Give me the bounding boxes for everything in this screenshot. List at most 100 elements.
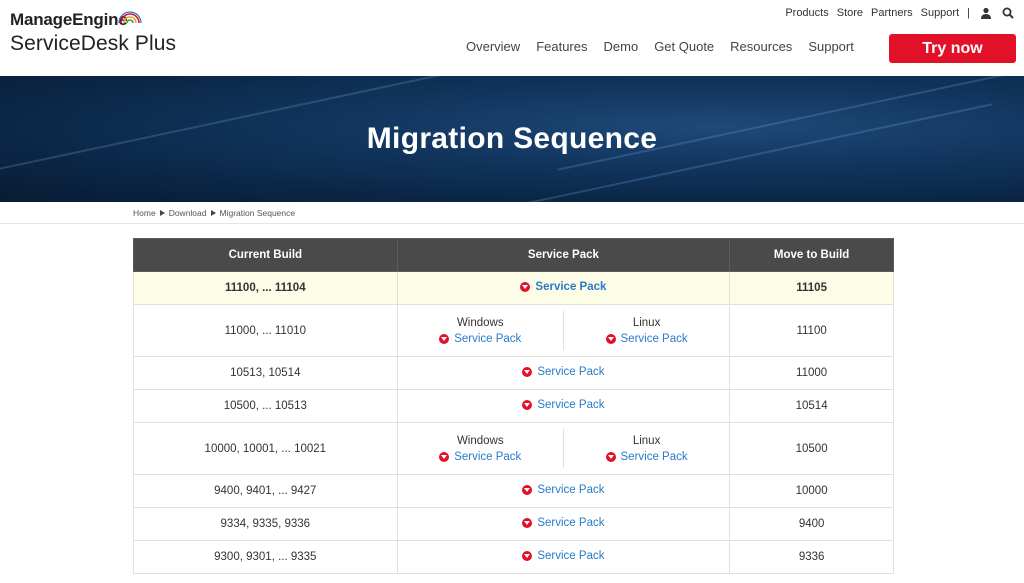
service-pack-label: Service Pack: [537, 517, 605, 529]
top-links: Products Store Partners Support |: [777, 7, 1014, 19]
try-now-button[interactable]: Try now: [889, 34, 1016, 63]
table-header-row: Current Build Service Pack Move to Build: [133, 238, 894, 272]
table-row: 9400, 9401, ... 9427 Service Pack 10000: [133, 474, 894, 508]
download-icon: [522, 400, 533, 410]
page-title: Migration Sequence: [366, 122, 658, 155]
download-icon: [439, 451, 450, 462]
download-icon: [522, 485, 533, 495]
current-build-cell: 9400, 9401, ... 9427: [133, 474, 398, 508]
header-service-pack: Service Pack: [396, 238, 731, 272]
service-pack-label: Service Pack: [535, 281, 607, 293]
download-icon: [520, 282, 531, 292]
current-build-cell: 11000, ... 11010: [133, 304, 398, 357]
service-pack-cell: Service Pack: [396, 271, 731, 305]
top-link-partners[interactable]: Partners: [871, 7, 913, 19]
os-label: Linux: [632, 316, 661, 329]
main-nav: Overview Features Demo Get Quote Resourc…: [466, 39, 870, 54]
move-to-build-cell: 9336: [729, 540, 894, 574]
service-pack-label: Service Pack: [537, 484, 605, 496]
service-pack-link-linux[interactable]: Service Pack: [605, 332, 688, 345]
table-row: 10000, 10001, ... 10021 Windows Service Pa…: [133, 422, 894, 475]
service-pack-link-linux[interactable]: Service Pack: [605, 450, 688, 463]
current-build-cell: 9334, 9335, 9336: [133, 507, 398, 541]
download-icon: [522, 518, 533, 528]
breadcrumb: Home Download Migration Sequence: [133, 208, 295, 218]
nav-support[interactable]: Support: [808, 39, 854, 54]
table-row: 9334, 9335, 9336 Service Pack 9400: [133, 507, 894, 541]
breadcrumb-download[interactable]: Download: [169, 208, 207, 218]
nav-overview[interactable]: Overview: [466, 39, 520, 54]
service-pack-label: Service Pack: [620, 332, 688, 345]
table-row: 10500, ... 10513 Service Pack 10514: [133, 389, 894, 423]
logo-arc-icon: [118, 11, 142, 24]
service-pack-link[interactable]: Service Pack: [522, 550, 604, 562]
page-banner: Migration Sequence: [0, 76, 1024, 202]
service-pack-link[interactable]: Service Pack: [522, 366, 604, 378]
service-pack-cell: Service Pack: [396, 356, 731, 390]
current-build-cell: 10500, ... 10513: [133, 389, 398, 423]
site-header: ManageEngine ServiceDesk Plus Products S…: [0, 0, 1024, 76]
os-label: Windows: [456, 316, 504, 329]
logo-brand: ManageEngine: [10, 10, 128, 29]
download-icon: [522, 367, 533, 377]
move-to-build-cell: 9400: [729, 507, 894, 541]
service-pack-label: Service Pack: [537, 366, 605, 378]
download-icon: [522, 551, 533, 561]
service-pack-cell: Service Pack: [396, 474, 731, 508]
current-build-cell: 9300, 9301, ... 9335: [133, 540, 398, 574]
header-move-to-build: Move to Build: [729, 238, 894, 272]
service-pack-link[interactable]: Service Pack: [520, 281, 606, 293]
move-to-build-cell: 10000: [729, 474, 894, 508]
download-icon: [605, 451, 616, 462]
logo[interactable]: ManageEngine ServiceDesk Plus: [10, 10, 176, 56]
download-icon: [605, 333, 616, 344]
migration-table: Current Build Service Pack Move to Build…: [133, 238, 894, 574]
service-pack-cell: Service Pack: [396, 389, 731, 423]
search-icon[interactable]: [1002, 7, 1014, 19]
current-build-cell: 10000, 10001, ... 10021: [133, 422, 398, 475]
service-pack-link[interactable]: Service Pack: [522, 484, 604, 496]
nav-demo[interactable]: Demo: [604, 39, 639, 54]
service-pack-label: Service Pack: [454, 450, 522, 463]
current-build-cell: 10513, 10514: [133, 356, 398, 390]
service-pack-cell: Service Pack: [396, 540, 731, 574]
breadcrumb-arrow-icon: [210, 210, 216, 216]
table-row: 11000, ... 11010 Windows Service Pack Linux…: [133, 304, 894, 357]
logo-product: ServiceDesk Plus: [10, 32, 177, 55]
service-pack-label: Service Pack: [454, 332, 522, 345]
service-pack-cell: Windows Service Pack Linux Service Pack: [396, 422, 731, 475]
move-to-build-cell: 11105: [729, 271, 894, 305]
user-icon[interactable]: [980, 7, 992, 19]
nav-features[interactable]: Features: [536, 39, 587, 54]
table-row: 11100, ... 11104 Service Pack 11105: [133, 271, 894, 305]
current-build-cell: 11100, ... 11104: [133, 271, 398, 305]
service-pack-link[interactable]: Service Pack: [522, 399, 604, 411]
move-to-build-cell: 11000: [729, 356, 894, 390]
nav-get-quote[interactable]: Get Quote: [654, 39, 714, 54]
move-to-build-cell: 10500: [729, 422, 894, 475]
top-link-products[interactable]: Products: [785, 7, 828, 19]
table-row: 10513, 10514 Service Pack 11000: [133, 356, 894, 390]
top-link-support[interactable]: Support: [921, 7, 960, 19]
top-links-separator: |: [967, 7, 970, 19]
service-pack-link[interactable]: Service Pack: [522, 517, 604, 529]
service-pack-cell: Service Pack: [396, 507, 731, 541]
service-pack-link-windows[interactable]: Service Pack: [439, 333, 521, 345]
download-icon: [439, 333, 450, 344]
os-label: Linux: [632, 434, 661, 447]
move-to-build-cell: 11100: [729, 304, 894, 357]
top-link-store[interactable]: Store: [837, 7, 863, 19]
service-pack-cell: Windows Service Pack Linux Service Pack: [396, 304, 731, 357]
os-label: Windows: [456, 434, 504, 447]
service-pack-label: Service Pack: [620, 450, 688, 463]
service-pack-label: Service Pack: [537, 399, 605, 411]
nav-resources[interactable]: Resources: [730, 39, 792, 54]
service-pack-label: Service Pack: [537, 550, 605, 562]
breadcrumb-current: Migration Sequence: [219, 208, 296, 218]
breadcrumb-home[interactable]: Home: [133, 208, 156, 218]
breadcrumb-bar: Home Download Migration Sequence: [0, 202, 1024, 224]
move-to-build-cell: 10514: [729, 389, 894, 423]
breadcrumb-arrow-icon: [159, 210, 165, 216]
service-pack-link-windows[interactable]: Service Pack: [439, 451, 521, 463]
table-row: 9300, 9301, ... 9335 Service Pack 9336: [133, 540, 894, 574]
